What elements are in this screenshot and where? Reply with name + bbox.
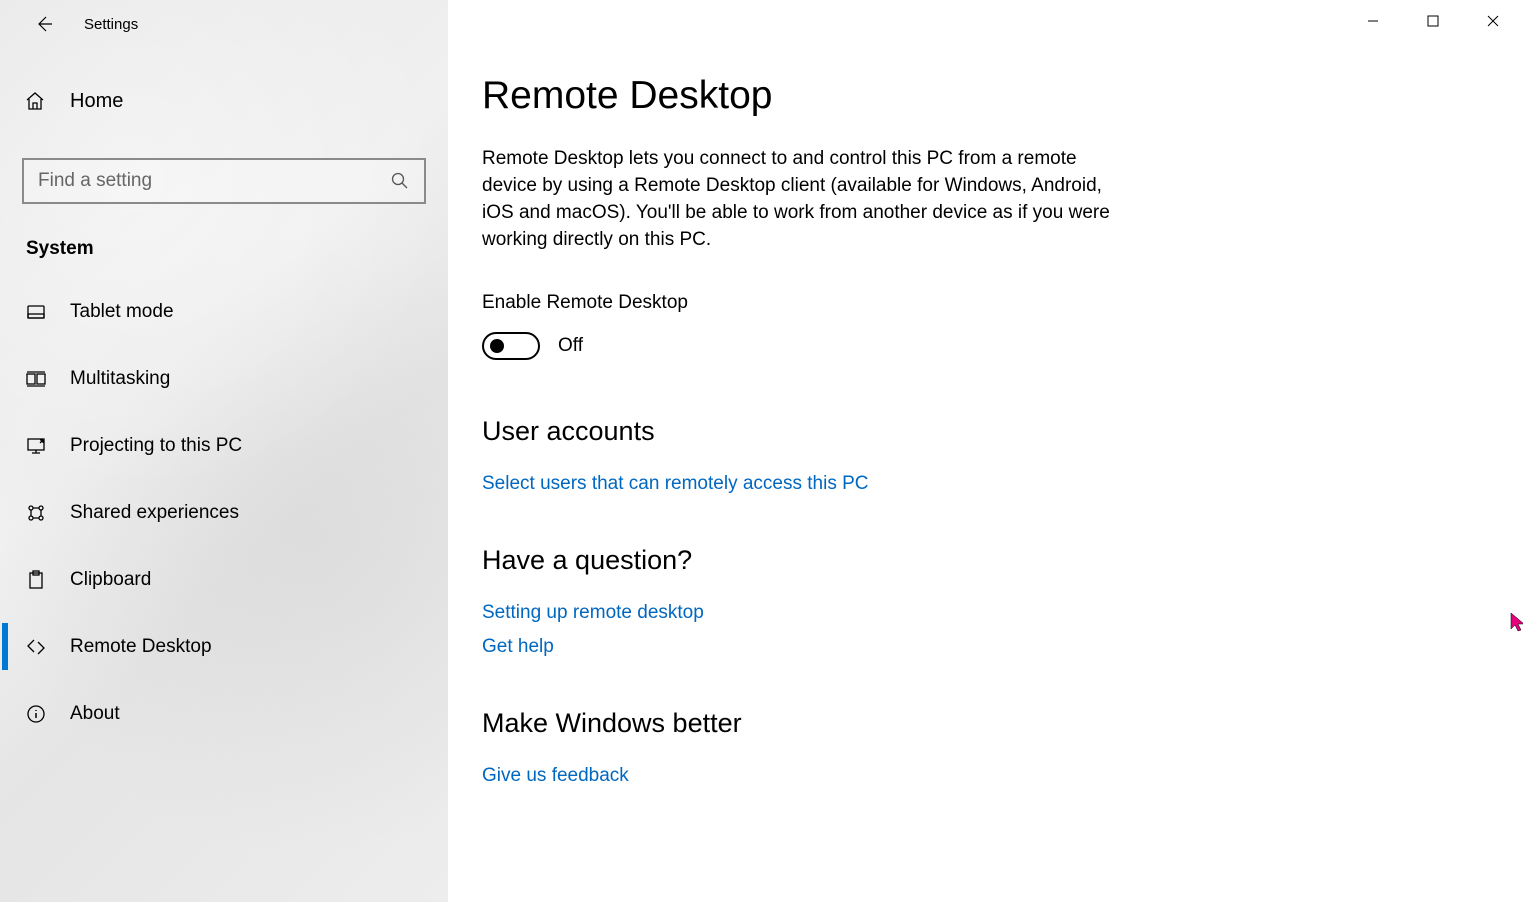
sidebar-item-about[interactable]: About bbox=[0, 680, 448, 747]
back-button[interactable] bbox=[24, 4, 64, 44]
link-select-users[interactable]: Select users that can remotely access th… bbox=[482, 473, 1463, 495]
section-heading: User accounts bbox=[482, 416, 1463, 447]
multitasking-icon bbox=[24, 368, 48, 390]
info-icon bbox=[24, 703, 48, 725]
nav-label: About bbox=[70, 703, 120, 725]
remote-desktop-icon bbox=[24, 636, 48, 658]
window-title: Settings bbox=[84, 16, 138, 33]
sidebar-home[interactable]: Home bbox=[0, 72, 448, 130]
sidebar-item-remote-desktop[interactable]: Remote Desktop bbox=[0, 613, 448, 680]
link-get-help[interactable]: Get help bbox=[482, 636, 1463, 658]
close-icon bbox=[1487, 15, 1499, 27]
clipboard-icon bbox=[24, 569, 48, 591]
section-user-accounts: User accounts Select users that can remo… bbox=[482, 416, 1463, 495]
tablet-icon bbox=[24, 301, 48, 323]
section-have-question: Have a question? Setting up remote deskt… bbox=[482, 545, 1463, 658]
toggle-knob bbox=[490, 339, 504, 353]
cursor-icon bbox=[1509, 611, 1523, 635]
page-title: Remote Desktop bbox=[482, 74, 1463, 118]
nav-label: Projecting to this PC bbox=[70, 435, 242, 457]
toggle-label: Enable Remote Desktop bbox=[482, 292, 1463, 314]
toggle-row: Off bbox=[482, 332, 1463, 360]
sidebar-item-shared-experiences[interactable]: Shared experiences bbox=[0, 479, 448, 546]
nav-label: Multitasking bbox=[70, 368, 170, 390]
home-label: Home bbox=[70, 90, 123, 113]
section-make-better: Make Windows better Give us feedback bbox=[482, 708, 1463, 787]
sidebar-item-tablet-mode[interactable]: Tablet mode bbox=[0, 278, 448, 345]
section-heading: Have a question? bbox=[482, 545, 1463, 576]
minimize-icon bbox=[1367, 15, 1379, 27]
main-content: Remote Desktop Remote Desktop lets you c… bbox=[448, 0, 1523, 902]
nav-label: Clipboard bbox=[70, 569, 151, 591]
sidebar-item-multitasking[interactable]: Multitasking bbox=[0, 345, 448, 412]
sidebar-category: System bbox=[26, 238, 448, 260]
maximize-button[interactable] bbox=[1403, 0, 1463, 42]
nav-label: Shared experiences bbox=[70, 502, 239, 524]
link-feedback[interactable]: Give us feedback bbox=[482, 765, 1463, 787]
home-icon bbox=[24, 90, 46, 112]
search-icon bbox=[390, 171, 410, 191]
search-box[interactable] bbox=[22, 158, 426, 204]
nav-label: Tablet mode bbox=[70, 301, 174, 323]
shared-icon bbox=[24, 502, 48, 524]
sidebar-item-clipboard[interactable]: Clipboard bbox=[0, 546, 448, 613]
sidebar-item-projecting[interactable]: Projecting to this PC bbox=[0, 412, 448, 479]
projecting-icon bbox=[24, 435, 48, 457]
toggle-state: Off bbox=[558, 335, 583, 357]
minimize-button[interactable] bbox=[1343, 0, 1403, 42]
maximize-icon bbox=[1427, 15, 1439, 27]
nav-label: Remote Desktop bbox=[70, 636, 212, 658]
window-controls bbox=[1343, 0, 1523, 42]
arrow-left-icon bbox=[34, 14, 54, 34]
sidebar: Settings Home System Tablet mode Multita… bbox=[0, 0, 448, 902]
titlebar: Settings bbox=[0, 0, 448, 48]
page-description: Remote Desktop lets you connect to and c… bbox=[482, 146, 1112, 254]
remote-desktop-toggle[interactable] bbox=[482, 332, 540, 360]
link-setup-remote[interactable]: Setting up remote desktop bbox=[482, 602, 1463, 624]
search-input[interactable] bbox=[38, 170, 390, 192]
section-heading: Make Windows better bbox=[482, 708, 1463, 739]
close-button[interactable] bbox=[1463, 0, 1523, 42]
